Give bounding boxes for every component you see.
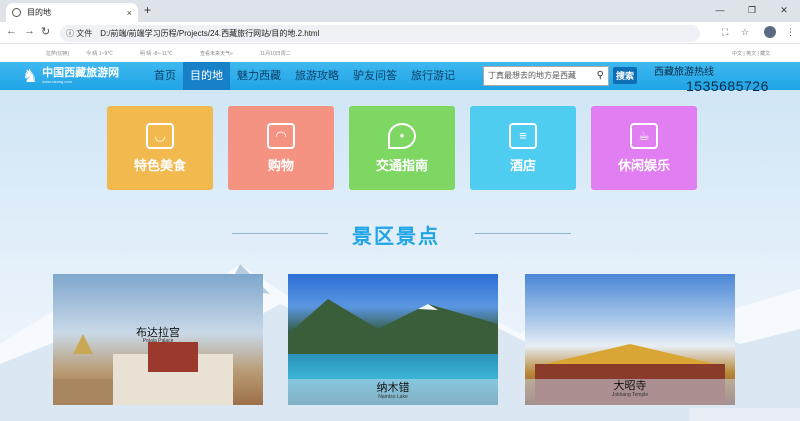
hotline-number: 1535685726: [686, 78, 769, 94]
heading-divider-left: [232, 233, 328, 234]
weather-tomorrow: 明 晴 -8~-11℃: [140, 51, 173, 57]
location-icon: •: [388, 122, 416, 149]
bag-icon: ◠: [267, 122, 295, 149]
window-controls: — ❐ ✕: [704, 0, 800, 22]
tab-close-icon[interactable]: ×: [127, 8, 132, 18]
logo-title: 中国西藏旅游网: [42, 67, 120, 79]
category-cards: ◡ 特色美食 ◠ 购物 • 交通指南 ≡ 酒店 ☕ 休闲娱乐: [107, 106, 697, 190]
top-info-strip: 拉萨(切换) 今 晴 1~9℃ 明 晴 -8~-11℃ 查看未来天气» 11月1…: [0, 44, 800, 62]
site-header: ♞ 中国西藏旅游网 www.xizang.com 首页 目的地 魅力西藏 旅游攻…: [0, 62, 800, 94]
card-label: 休闲娱乐: [617, 157, 670, 173]
nav-item-charm[interactable]: 魅力西藏: [230, 62, 288, 90]
minimize-button[interactable]: —: [704, 0, 736, 22]
scenic-subtitle: Jokhang Temple: [611, 392, 649, 398]
weather-more-link[interactable]: 查看未来天气»: [200, 50, 233, 57]
scenic-subtitle: Potala Palace: [142, 338, 174, 344]
site-info-chip[interactable]: ⓘ 文件: [66, 28, 92, 39]
building-icon: ≡: [509, 122, 537, 149]
scenic-card-potala[interactable]: 布达拉宫 Potala Palace: [53, 274, 263, 405]
system-tray: [690, 408, 800, 421]
deer-icon: ♞: [22, 65, 39, 86]
city-switch-link[interactable]: 拉萨(切换): [46, 50, 69, 57]
scenic-subtitle: Namtso Lake: [378, 394, 408, 400]
bowl-icon: ◡: [146, 122, 174, 149]
logo-subtitle: www.xizang.com: [42, 79, 72, 84]
search-input[interactable]: 丁真最想去的地方是西藏 ⚲: [483, 66, 609, 86]
new-tab-button[interactable]: +: [144, 3, 151, 17]
nav-item-guides[interactable]: 旅游攻略: [288, 62, 346, 90]
globe-icon: [12, 8, 21, 17]
section-heading: 景区景点: [0, 218, 800, 248]
menu-kebab-icon[interactable]: ⋮: [786, 27, 795, 38]
card-transport[interactable]: • 交通指南: [349, 106, 455, 190]
search-icon[interactable]: ⚲: [597, 67, 604, 85]
tab-title: 目的地: [27, 8, 51, 17]
date-text: 11月10日周二: [260, 51, 291, 57]
card-leisure[interactable]: ☕ 休闲娱乐: [591, 106, 697, 190]
nav-item-qa[interactable]: 驴友问答: [346, 62, 404, 90]
bookmark-star-icon[interactable]: ☆: [741, 27, 749, 38]
scenic-name: 纳木错: [376, 382, 410, 394]
lake-image: [288, 299, 498, 354]
nav-item-destination[interactable]: 目的地: [183, 62, 230, 90]
card-label: 购物: [267, 157, 294, 173]
card-label: 特色美食: [133, 157, 186, 173]
card-label: 酒店: [509, 157, 536, 173]
nav-item-travelogue[interactable]: 旅行游记: [404, 62, 462, 90]
nav-item-home[interactable]: 首页: [147, 62, 183, 90]
forward-button[interactable]: →: [24, 25, 35, 37]
cup-icon: ☕: [630, 122, 658, 149]
hotline-label: 西藏旅游热线: [654, 67, 714, 78]
card-food[interactable]: ◡ 特色美食: [107, 106, 213, 190]
search-placeholder: 丁真最想去的地方是西藏: [488, 71, 576, 80]
translate-icon[interactable]: ⛶: [722, 27, 728, 38]
heading-divider-right: [475, 233, 571, 234]
site-logo[interactable]: ♞ 中国西藏旅游网 www.xizang.com: [22, 62, 119, 90]
card-hotel[interactable]: ≡ 酒店: [470, 106, 576, 190]
hotline: 西藏旅游热线 1535685726: [654, 63, 769, 94]
section-title: 景区景点: [352, 226, 440, 248]
main-nav: 首页 目的地 魅力西藏 旅游攻略 驴友问答 旅行游记: [147, 62, 462, 90]
weather-today: 今 晴 1~9℃: [86, 51, 113, 57]
profile-avatar[interactable]: [764, 26, 776, 38]
search-button[interactable]: 搜索: [613, 67, 638, 84]
maximize-button[interactable]: ❐: [736, 0, 768, 22]
language-switch[interactable]: 中文 | 英文 | 藏文: [732, 50, 770, 57]
back-button[interactable]: ←: [6, 25, 17, 37]
palace-image: [53, 334, 233, 405]
scenic-name: 大昭寺: [613, 380, 647, 392]
scenic-card-jokhang[interactable]: 大昭寺 Jokhang Temple: [525, 274, 735, 405]
browser-tab-bar: 目的地 × + — ❐ ✕: [0, 0, 800, 22]
browser-tab[interactable]: 目的地 ×: [6, 3, 138, 22]
url-text: D:/前端/前端学习历程/Projects/24.西藏旅行网站/目的地.2.ht…: [100, 29, 320, 38]
close-window-button[interactable]: ✕: [768, 0, 800, 22]
web-page: 拉萨(切换) 今 晴 1~9℃ 明 晴 -8~-11℃ 查看未来天气» 11月1…: [0, 44, 800, 421]
url-field[interactable]: ⓘ 文件 D:/前端/前端学习历程/Projects/24.西藏旅行网站/目的地…: [60, 25, 700, 42]
card-label: 交通指南: [375, 157, 428, 173]
scenic-card-namtso[interactable]: 纳木错 Namtso Lake: [288, 274, 498, 405]
card-shopping[interactable]: ◠ 购物: [228, 106, 334, 190]
reload-button[interactable]: ↻: [41, 25, 50, 38]
address-bar-row: ← → ↻ ⓘ 文件 D:/前端/前端学习历程/Projects/24.西藏旅行…: [0, 22, 800, 44]
